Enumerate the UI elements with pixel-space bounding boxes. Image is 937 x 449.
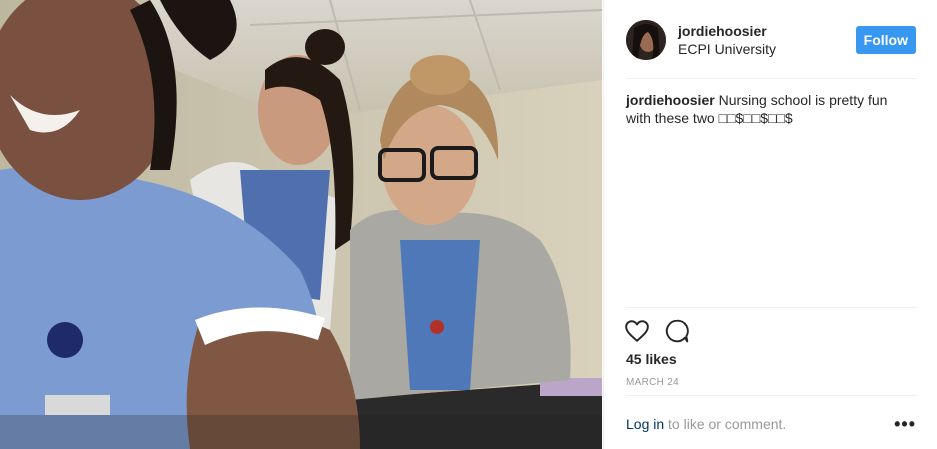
avatar[interactable]	[626, 20, 666, 60]
username-link[interactable]: jordiehoosier	[678, 23, 776, 39]
login-prompt-text: to like or comment.	[664, 416, 787, 432]
header-text: jordiehoosier ECPI University	[678, 23, 776, 57]
post-sidebar: jordiehoosier ECPI University Follow jor…	[603, 0, 937, 449]
heart-icon[interactable]	[624, 318, 650, 344]
likes-count[interactable]: 45 likes	[626, 351, 677, 367]
post-caption: jordiehoosier Nursing school is pretty f…	[626, 91, 916, 127]
location-link[interactable]: ECPI University	[678, 41, 776, 57]
login-link[interactable]: Log in	[626, 416, 664, 432]
header-divider	[626, 78, 916, 79]
selfie-image	[0, 0, 602, 449]
footer-divider	[626, 395, 916, 396]
avatar-image	[626, 20, 666, 60]
post-photo[interactable]	[0, 0, 602, 449]
post-date[interactable]: March 24	[626, 377, 679, 388]
action-bar	[624, 318, 690, 344]
more-options-icon[interactable]: •••	[894, 414, 916, 435]
follow-button[interactable]: Follow	[855, 26, 916, 54]
instagram-post: jordiehoosier ECPI University Follow jor…	[0, 0, 937, 449]
actions-divider	[626, 307, 916, 308]
comment-icon[interactable]	[664, 318, 690, 344]
comment-footer: Log in to like or comment. •••	[626, 414, 916, 435]
post-header: jordiehoosier ECPI University Follow	[626, 18, 916, 62]
caption-username-link[interactable]: jordiehoosier	[626, 92, 715, 108]
